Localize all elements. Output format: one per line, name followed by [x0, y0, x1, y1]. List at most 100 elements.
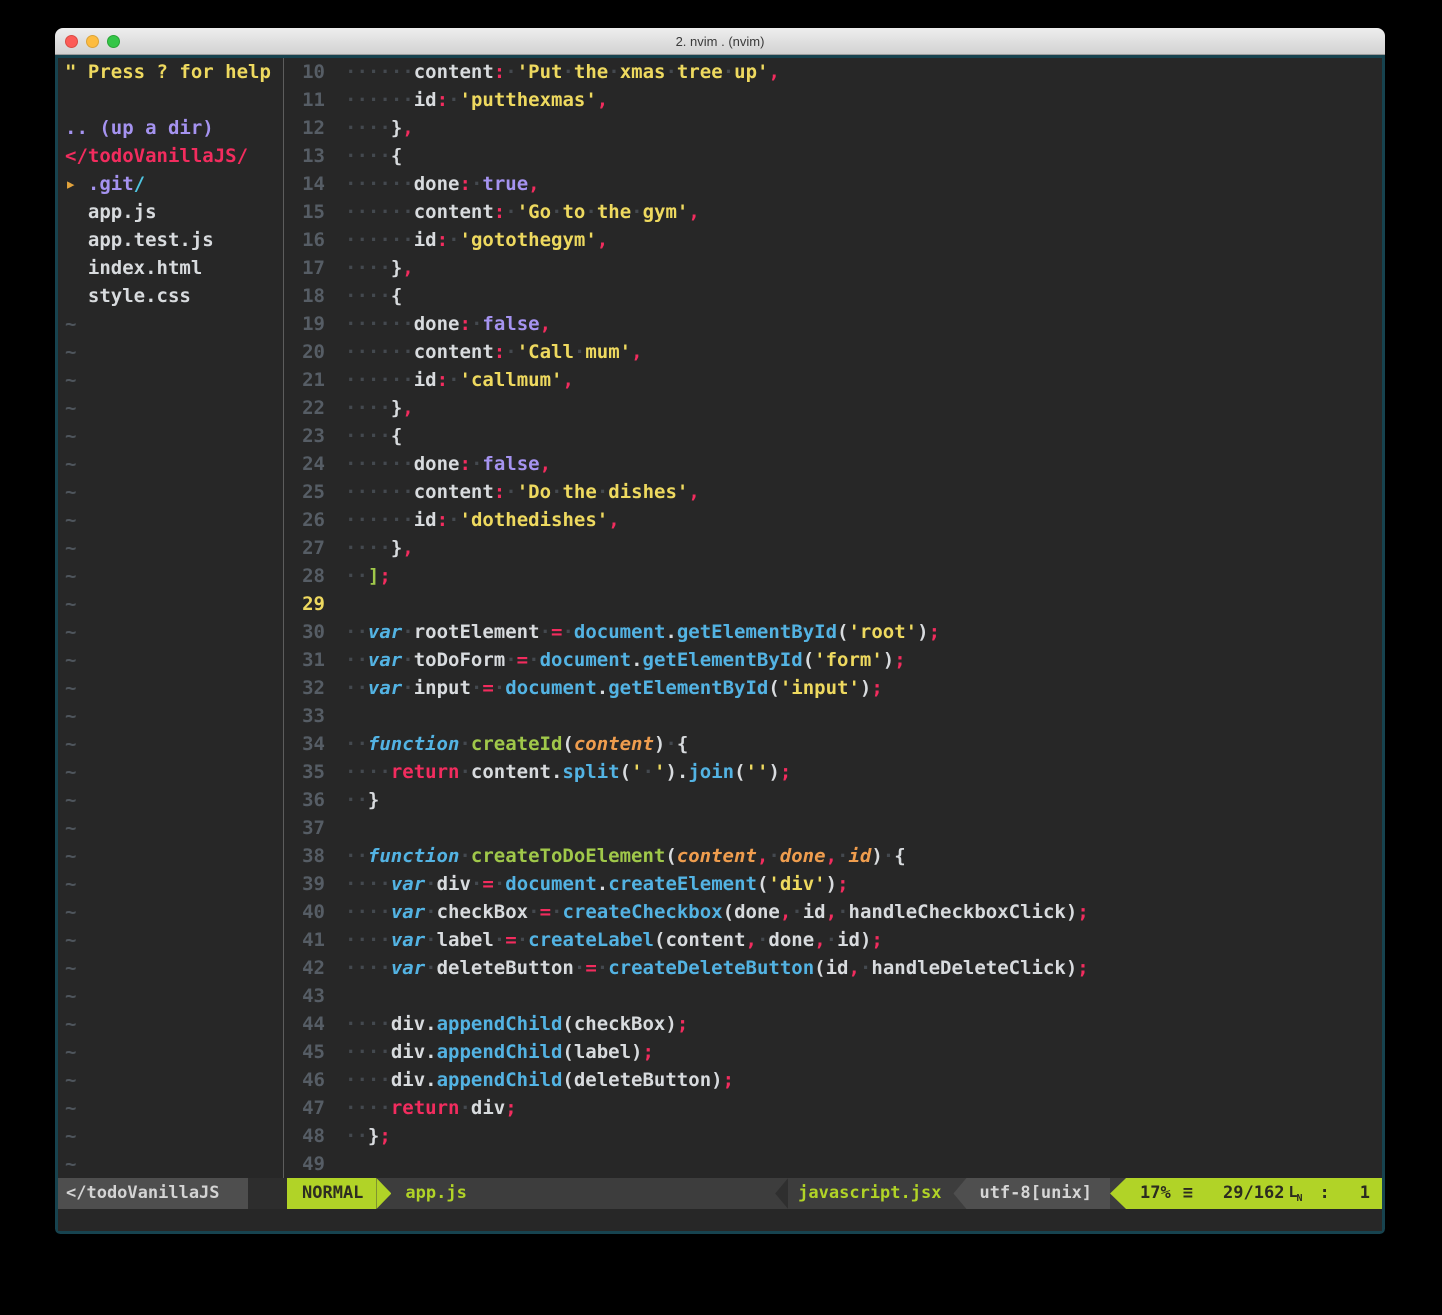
- line-number: 32: [284, 674, 330, 702]
- code-line-49[interactable]: 49: [284, 1150, 1382, 1178]
- code-line-43[interactable]: 43: [284, 982, 1382, 1010]
- minimize-button-icon[interactable]: [86, 35, 99, 48]
- line-number-icon: LN: [1288, 1185, 1303, 1202]
- empty-line-marker: ~: [58, 478, 283, 506]
- line-number: 28: [284, 562, 330, 590]
- code-line-17[interactable]: 17····},: [284, 254, 1382, 282]
- statusline-filename: app.js: [405, 1178, 466, 1209]
- code-line-23[interactable]: 23····{: [284, 422, 1382, 450]
- line-number: 46: [284, 1066, 330, 1094]
- code-line-36[interactable]: 36··}: [284, 786, 1382, 814]
- empty-line-marker: ~: [58, 954, 283, 982]
- code-line-15[interactable]: 15······content:·'Go·to·the·gym',: [284, 198, 1382, 226]
- code-line-30[interactable]: 30··var·rootElement·=·document.getElemen…: [284, 618, 1382, 646]
- line-number: 16: [284, 226, 330, 254]
- code-line-25[interactable]: 25······content:·'Do·the·dishes',: [284, 478, 1382, 506]
- code-line-47[interactable]: 47····return·div;: [284, 1094, 1382, 1122]
- code-line-18[interactable]: 18····{: [284, 282, 1382, 310]
- code-line-10[interactable]: 10······content:·'Put·the·xmas·tree·up',: [284, 58, 1382, 86]
- line-number: 34: [284, 730, 330, 758]
- code-line-35[interactable]: 35····return·content.split('·').join('')…: [284, 758, 1382, 786]
- line-number: 18: [284, 282, 330, 310]
- nerdtree-statusline: </todoVanillaJS: [58, 1178, 287, 1209]
- code-text: ··var·toDoForm·=·document.getElementById…: [330, 646, 906, 674]
- tree-item-style-css[interactable]: style.css: [58, 282, 283, 310]
- code-text: ······done:·false,: [330, 450, 551, 478]
- code-line-11[interactable]: 11······id:·'putthexmas',: [284, 86, 1382, 114]
- line-number: 17: [284, 254, 330, 282]
- tree-item-up-dir[interactable]: .. (up a dir): [58, 114, 283, 142]
- editor-buffer: 10······content:·'Put·the·xmas·tree·up',…: [284, 58, 1382, 1178]
- code-text: ····{: [330, 282, 402, 310]
- nerdtree-sidebar: " Press ? for help .. (up a dir)</todoVan…: [58, 58, 283, 1178]
- tree-item-app-test-js[interactable]: app.test.js: [58, 226, 283, 254]
- code-text: ······content:·'Go·to·the·gym',: [330, 198, 700, 226]
- position-colon: :: [1320, 1178, 1330, 1209]
- code-line-29[interactable]: 29: [284, 590, 1382, 618]
- code-line-32[interactable]: 32··var·input·=·document.getElementById(…: [284, 674, 1382, 702]
- line-number: 12: [284, 114, 330, 142]
- empty-line-marker: ~: [58, 1038, 283, 1066]
- line-number: 33: [284, 702, 330, 730]
- code-line-41[interactable]: 41····var·label·=·createLabel(content,·d…: [284, 926, 1382, 954]
- line-number: 25: [284, 478, 330, 506]
- code-line-22[interactable]: 22····},: [284, 394, 1382, 422]
- empty-line-marker: ~: [58, 898, 283, 926]
- active-statusline: NORMAL app.js javascript.jsx utf-8[unix]…: [287, 1178, 1382, 1209]
- code-line-39[interactable]: 39····var·div·=·document.createElement('…: [284, 870, 1382, 898]
- code-line-34[interactable]: 34··function·createId(content)·{: [284, 730, 1382, 758]
- empty-line-marker: ~: [58, 394, 283, 422]
- zoom-button-icon[interactable]: [107, 35, 120, 48]
- lines-icon: ≡: [1183, 1178, 1193, 1209]
- code-line-46[interactable]: 46····div.appendChild(deleteButton);: [284, 1066, 1382, 1094]
- code-line-26[interactable]: 26······id:·'dothedishes',: [284, 506, 1382, 534]
- code-line-45[interactable]: 45····div.appendChild(label);: [284, 1038, 1382, 1066]
- code-line-38[interactable]: 38··function·createToDoElement(content,·…: [284, 842, 1382, 870]
- empty-line-marker: ~: [58, 758, 283, 786]
- code-text: ······id:·'dothedishes',: [330, 506, 620, 534]
- code-text: ····return·div;: [330, 1094, 517, 1122]
- line-number: 39: [284, 870, 330, 898]
- code-line-28[interactable]: 28··];: [284, 562, 1382, 590]
- code-line-44[interactable]: 44····div.appendChild(checkBox);: [284, 1010, 1382, 1038]
- code-line-24[interactable]: 24······done:·false,: [284, 450, 1382, 478]
- tree-item-git-dir[interactable]: ▸ .git/: [58, 170, 283, 198]
- command-line[interactable]: [58, 1209, 1382, 1231]
- empty-line-marker: ~: [58, 1010, 283, 1038]
- code-line-16[interactable]: 16······id:·'gotothegym',: [284, 226, 1382, 254]
- code-line-40[interactable]: 40····var·checkBox·=·createCheckbox(done…: [284, 898, 1382, 926]
- tree-item-index-html[interactable]: index.html: [58, 254, 283, 282]
- code-line-12[interactable]: 12····},: [284, 114, 1382, 142]
- close-button-icon[interactable]: [65, 35, 78, 48]
- code-line-48[interactable]: 48··};: [284, 1122, 1382, 1150]
- code-line-42[interactable]: 42····var·deleteButton·=·createDeleteBut…: [284, 954, 1382, 982]
- empty-line-marker: ~: [58, 786, 283, 814]
- code-line-13[interactable]: 13····{: [284, 142, 1382, 170]
- code-line-14[interactable]: 14······done:·true,: [284, 170, 1382, 198]
- empty-line-marker: ~: [58, 870, 283, 898]
- empty-line-marker: ~: [58, 1066, 283, 1094]
- line-number: 41: [284, 926, 330, 954]
- titlebar[interactable]: 2. nvim . (nvim): [55, 28, 1385, 55]
- code-line-37[interactable]: 37: [284, 814, 1382, 842]
- code-line-33[interactable]: 33: [284, 702, 1382, 730]
- cursor-column: 1: [1360, 1178, 1370, 1209]
- code-line-20[interactable]: 20······content:·'Call·mum',: [284, 338, 1382, 366]
- statusline-encoding: utf-8[unix]: [953, 1178, 1110, 1209]
- code-line-27[interactable]: 27····},: [284, 534, 1382, 562]
- empty-line-marker: ~: [58, 842, 283, 870]
- code-text: ······done:·false,: [330, 310, 551, 338]
- code-line-31[interactable]: 31··var·toDoForm·=·document.getElementBy…: [284, 646, 1382, 674]
- nerdtree-help: " Press ? for help: [58, 58, 283, 86]
- code-line-19[interactable]: 19······done:·false,: [284, 310, 1382, 338]
- code-text: ····var·div·=·document.createElement('di…: [330, 870, 849, 898]
- code-line-21[interactable]: 21······id:·'callmum',: [284, 366, 1382, 394]
- line-number: 35: [284, 758, 330, 786]
- line-number: 19: [284, 310, 330, 338]
- code-text: ··};: [330, 1122, 391, 1150]
- empty-line-marker: ~: [58, 926, 283, 954]
- line-number: 31: [284, 646, 330, 674]
- tree-root-todovanillajs[interactable]: </todoVanillaJS/: [58, 142, 283, 170]
- code-text: ····div.appendChild(checkBox);: [330, 1010, 688, 1038]
- tree-item-app-js[interactable]: app.js: [58, 198, 283, 226]
